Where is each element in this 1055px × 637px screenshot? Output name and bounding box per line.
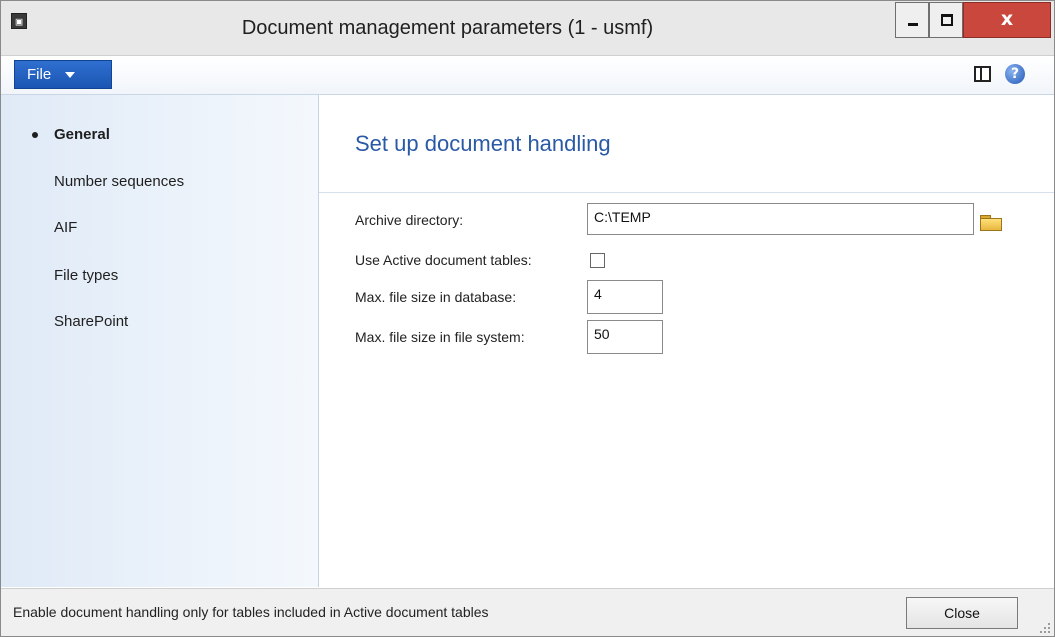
nav-item-general[interactable]: General <box>32 124 110 146</box>
window-title: Document management parameters (1 - usmf… <box>241 17 654 39</box>
help-icon[interactable]: ? <box>1005 64 1025 84</box>
nav-item-number-sequences[interactable]: Number sequences <box>54 171 184 193</box>
dialog-window: ▣ Document management parameters (1 - us… <box>0 0 1055 637</box>
minimize-icon <box>908 23 918 26</box>
close-icon: x <box>1000 8 1014 30</box>
chevron-down-icon <box>65 72 76 79</box>
max-size-db-field[interactable]: 4 <box>587 280 663 314</box>
maximize-icon <box>941 14 953 26</box>
navigation-pane: General Number sequences AIF File types … <box>1 95 319 587</box>
file-menu-label: File <box>27 66 52 83</box>
toolbar: File ? <box>1 56 1054 95</box>
folder-body <box>980 218 1002 231</box>
max-size-fs-field[interactable]: 50 <box>587 320 663 354</box>
layout-icon[interactable] <box>974 66 991 82</box>
active-bullet-icon <box>32 132 38 138</box>
title-bar: ▣ Document management parameters (1 - us… <box>1 1 1054 56</box>
nav-item-label: General <box>54 126 110 143</box>
status-bar: Enable document handling only for tables… <box>1 588 1054 636</box>
use-active-tables-checkbox[interactable] <box>590 253 605 268</box>
resize-grip-icon[interactable] <box>1040 623 1050 633</box>
nav-item-file-types[interactable]: File types <box>54 265 118 287</box>
status-text: Enable document handling only for tables… <box>13 604 489 620</box>
folder-browse-icon[interactable] <box>980 215 1002 231</box>
close-window-button[interactable]: x <box>963 2 1051 38</box>
nav-item-label: AIF <box>54 219 78 236</box>
max-size-fs-label: Max. file size in file system: <box>355 329 525 345</box>
nav-item-label: Number sequences <box>54 173 185 190</box>
nav-item-sharepoint[interactable]: SharePoint <box>54 311 128 333</box>
page-title: Set up document handling <box>355 131 611 156</box>
maximize-button[interactable] <box>929 2 963 38</box>
max-size-db-label: Max. file size in database: <box>355 289 517 305</box>
minimize-button[interactable] <box>895 2 929 38</box>
nav-item-aif[interactable]: AIF <box>54 217 77 239</box>
nav-item-label: SharePoint <box>54 313 129 330</box>
file-menu-button[interactable]: File <box>14 60 112 89</box>
header-divider <box>319 192 1054 193</box>
content-pane: Set up document handling Archive directo… <box>319 95 1054 587</box>
nav-item-label: File types <box>54 267 119 284</box>
close-button[interactable]: Close <box>906 597 1018 629</box>
use-active-tables-label: Use Active document tables: <box>355 252 532 268</box>
archive-directory-field[interactable]: C:\TEMP <box>587 203 974 235</box>
archive-directory-label: Archive directory: <box>355 212 464 228</box>
